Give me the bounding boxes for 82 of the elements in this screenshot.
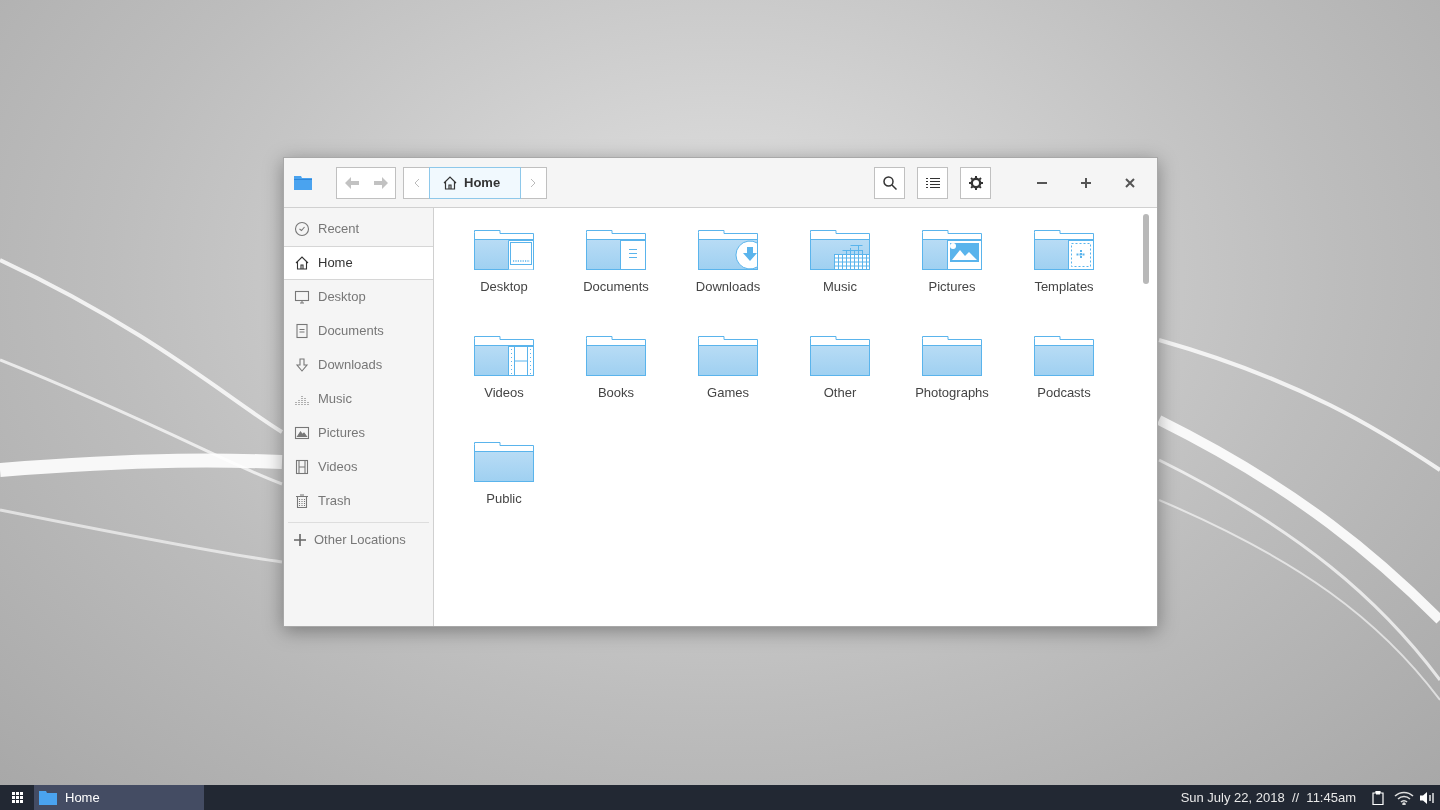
volume-icon[interactable] — [1420, 790, 1436, 805]
folder-label: Public — [486, 490, 522, 508]
folder-label: Podcasts — [1037, 384, 1091, 402]
folder-item[interactable]: Other — [784, 336, 896, 436]
folder-item[interactable]: Documents — [560, 230, 672, 330]
folder-download-icon — [698, 230, 758, 271]
scrollbar-thumb[interactable] — [1143, 214, 1149, 284]
folder-item[interactable]: Photographs — [896, 336, 1008, 436]
clipboard-icon[interactable] — [1372, 790, 1384, 805]
folder-icon — [1034, 336, 1094, 377]
folder-icon — [39, 790, 57, 805]
folder-icon — [294, 175, 312, 190]
search-button[interactable] — [874, 166, 905, 199]
trash-icon — [294, 493, 310, 509]
home-icon — [294, 255, 310, 271]
document-icon — [294, 323, 310, 339]
folder-icon — [586, 336, 646, 377]
monitor-icon — [294, 289, 310, 305]
taskbar-task[interactable]: Home — [34, 785, 204, 810]
sidebar-item[interactable]: Music — [284, 382, 433, 416]
plus-icon — [1081, 177, 1091, 188]
path-button[interactable]: Home — [430, 167, 520, 198]
film-icon — [294, 459, 310, 475]
clock[interactable]: Sun July 22, 2018 // 11:45am — [1180, 787, 1356, 808]
download-arrow-icon — [294, 357, 310, 373]
plus-icon — [294, 534, 306, 546]
folder-label: Photographs — [915, 384, 989, 402]
folder-label: Downloads — [695, 278, 761, 296]
back-arrow-icon — [344, 176, 359, 189]
sidebar-item[interactable]: Home — [284, 246, 433, 280]
folder-label: Other — [823, 384, 857, 402]
folder-item[interactable]: Templates — [1008, 230, 1120, 330]
folder-item[interactable]: Downloads — [672, 230, 784, 330]
folder-item[interactable]: Music — [784, 230, 896, 330]
folder-label: Pictures — [928, 278, 976, 296]
folder-item[interactable]: Podcasts — [1008, 336, 1120, 436]
settings-icon — [968, 175, 983, 190]
grid-icon — [11, 792, 23, 803]
folder-document-icon — [586, 230, 646, 271]
list-icon — [925, 176, 940, 189]
folder-equalizer-icon — [810, 230, 870, 271]
sidebar-item[interactable]: Pictures — [284, 416, 433, 450]
folder-icon — [474, 442, 534, 483]
folder-item[interactable]: Pictures — [896, 230, 1008, 330]
sidebar-item[interactable]: Videos — [284, 450, 433, 484]
chevron-left-icon — [413, 177, 420, 188]
home-icon — [442, 174, 458, 191]
folder-item[interactable]: Public — [448, 442, 560, 542]
folder-item[interactable]: Desktop — [448, 230, 560, 330]
folder-label: Music — [823, 278, 857, 296]
settings-button[interactable] — [960, 166, 991, 199]
sidebar-item[interactable]: Recent — [284, 212, 433, 246]
folder-monitor-icon — [474, 230, 534, 271]
folder-label: Games — [707, 384, 749, 402]
sidebar-item[interactable]: Documents — [284, 314, 433, 348]
folder-item[interactable]: Videos — [448, 336, 560, 436]
sidebar-item[interactable]: Downloads — [284, 348, 433, 382]
forward-arrow-icon — [373, 176, 388, 189]
folder-item[interactable]: Games — [672, 336, 784, 436]
folder-template-icon — [1034, 230, 1094, 271]
picture-icon — [294, 425, 310, 441]
folder-label: Desktop — [480, 278, 528, 296]
folder-icon — [922, 336, 982, 377]
folder-label: Videos — [484, 384, 524, 402]
wifi-icon[interactable] — [1394, 790, 1414, 805]
folder-film-icon — [474, 336, 534, 377]
minimize-icon — [1037, 181, 1047, 184]
clock-icon — [294, 221, 310, 237]
folder-label: Templates — [1034, 278, 1094, 296]
folder-icon — [698, 336, 758, 377]
folder-label: Books — [597, 384, 635, 402]
list-view-button[interactable] — [917, 166, 948, 199]
sidebar-item[interactable]: Trash — [284, 484, 433, 518]
folder-picture-icon — [922, 230, 982, 271]
folder-label: Documents — [583, 278, 649, 296]
sidebar-item[interactable]: Other Locations — [284, 523, 433, 557]
close-icon — [1125, 177, 1135, 188]
search-icon — [882, 175, 897, 190]
sidebar-item[interactable]: Desktop — [284, 280, 433, 314]
folder-icon — [810, 336, 870, 377]
folder-item[interactable]: Books — [560, 336, 672, 436]
chevron-right-icon — [530, 177, 536, 188]
